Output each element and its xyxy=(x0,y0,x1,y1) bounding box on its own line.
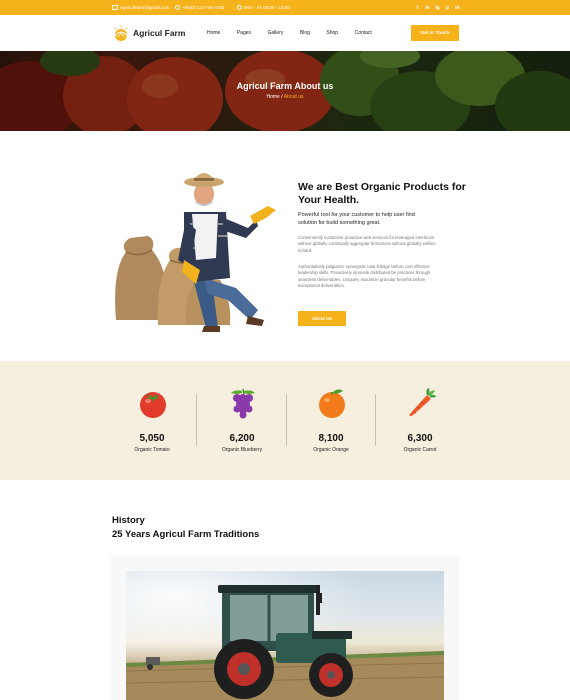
nav-item-shop[interactable]: Shop xyxy=(326,30,338,36)
stat-label: Organic Blueberry xyxy=(221,447,263,453)
get-in-touch-button[interactable]: Get in Touch xyxy=(411,25,459,41)
hero-overlay xyxy=(0,51,570,131)
about-us-button[interactable]: About Us xyxy=(298,311,346,326)
linkedin-icon[interactable]: in xyxy=(425,5,430,11)
stat-blueberry: 6,200 Organic Blueberry xyxy=(197,361,287,480)
logo-text: Agricul Farm xyxy=(133,28,186,38)
nav-item-contact[interactable]: Contact xyxy=(355,30,372,36)
email-contact[interactable]: AgriculFarm@gmail.com xyxy=(112,0,169,15)
history-eyebrow: History xyxy=(112,515,145,526)
stat-carrot: 6,300 Organic Carrot xyxy=(375,361,465,480)
stat-orange: 8,100 Organic Orange xyxy=(286,361,376,480)
stat-value: 6,300 xyxy=(407,433,433,444)
sun-logo-icon xyxy=(114,25,128,41)
breadcrumb-home[interactable]: Home xyxy=(267,94,280,100)
top-bar: AgriculFarm@gmail.com +88(0) 123-745-478… xyxy=(0,0,570,15)
stat-tomato: 5,050 Organic Tomato xyxy=(107,361,197,480)
about-paragraph-1: Conveniently customize proactive web ser… xyxy=(298,235,436,253)
pinterest-icon[interactable]: p xyxy=(445,5,450,11)
phone-icon xyxy=(175,5,180,10)
about-title: We are Best Organic Products for Your He… xyxy=(298,181,466,206)
stat-value: 8,100 xyxy=(318,433,344,444)
grapes-icon xyxy=(231,388,255,419)
linkedin-icon-2[interactable]: in xyxy=(455,5,460,11)
breadcrumb-current: About us xyxy=(283,94,304,100)
stat-label: Organic Orange xyxy=(313,447,349,453)
mail-icon xyxy=(112,5,118,10)
about-paragraph-2: Authoritatively plagiarize synergistic t… xyxy=(298,264,431,288)
nav-item-pages[interactable]: Pages xyxy=(237,30,251,36)
instagram-icon[interactable]: ig xyxy=(435,5,440,11)
social-links: t in ig p in xyxy=(415,0,460,15)
orange-icon xyxy=(319,389,345,418)
stat-label: Organic Carrot xyxy=(403,447,437,453)
nav-menu: Home Pages Gallery Blog Shop Contact xyxy=(207,15,388,51)
history-title: 25 Years Agricul Farm Traditions xyxy=(112,529,260,540)
phone-contact[interactable]: +88(0) 123-745-4783 xyxy=(175,0,224,15)
tractor-illustration xyxy=(126,571,444,700)
hours-info: Mon - Fri 09:00 - 18:00 xyxy=(237,0,290,15)
nav-item-blog[interactable]: Blog xyxy=(300,30,310,36)
twitter-icon[interactable]: t xyxy=(415,5,420,11)
phone-text: +88(0) 123-745-4783 xyxy=(182,5,225,10)
farmer-image xyxy=(115,173,276,332)
stats-section: 5,050 Organic Tomato 6,200 Organic Blueb… xyxy=(0,361,570,480)
stat-value: 5,050 xyxy=(139,433,165,444)
email-text: AgriculFarm@gmail.com xyxy=(120,5,170,10)
logo[interactable]: Agricul Farm xyxy=(112,24,185,42)
tractor-image xyxy=(126,571,444,700)
page-hero: Agricul Farm About us Home / About us xyxy=(0,51,570,131)
stat-value: 6,200 xyxy=(229,433,255,444)
nav-item-home[interactable]: Home xyxy=(207,30,220,36)
stat-label: Organic Tomato xyxy=(134,447,170,453)
nav-item-gallery[interactable]: Gallery xyxy=(268,30,284,36)
hours-text: Mon - Fri 09:00 - 18:00 xyxy=(244,5,290,10)
carrot-icon xyxy=(409,388,436,416)
tomato-icon xyxy=(140,392,166,418)
breadcrumb: Home / About us xyxy=(0,94,570,100)
about-lead: Powerful tool for your customer to help … xyxy=(298,212,415,226)
page-title: Agricul Farm About us xyxy=(236,81,334,91)
clock-icon xyxy=(237,5,242,10)
main-nav: Agricul Farm Home Pages Gallery Blog Sho… xyxy=(0,15,570,51)
